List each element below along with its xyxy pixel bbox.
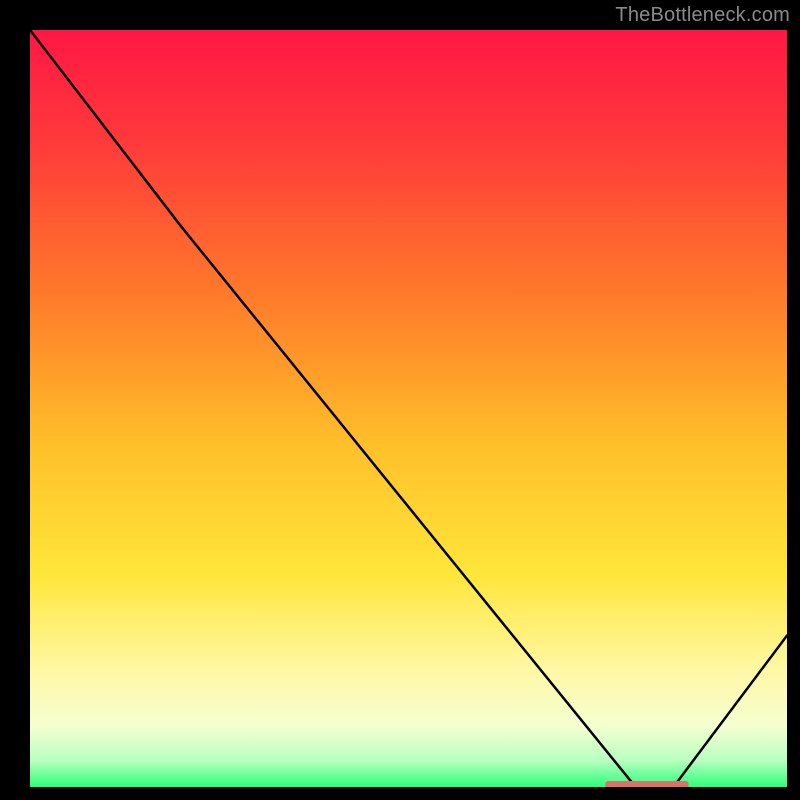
plot-background xyxy=(30,30,787,787)
bottleneck-chart xyxy=(30,30,787,787)
chart-container: TheBottleneck.com xyxy=(0,0,800,800)
attribution-label: TheBottleneck.com xyxy=(615,4,790,27)
optimal-range-marker xyxy=(605,781,688,787)
